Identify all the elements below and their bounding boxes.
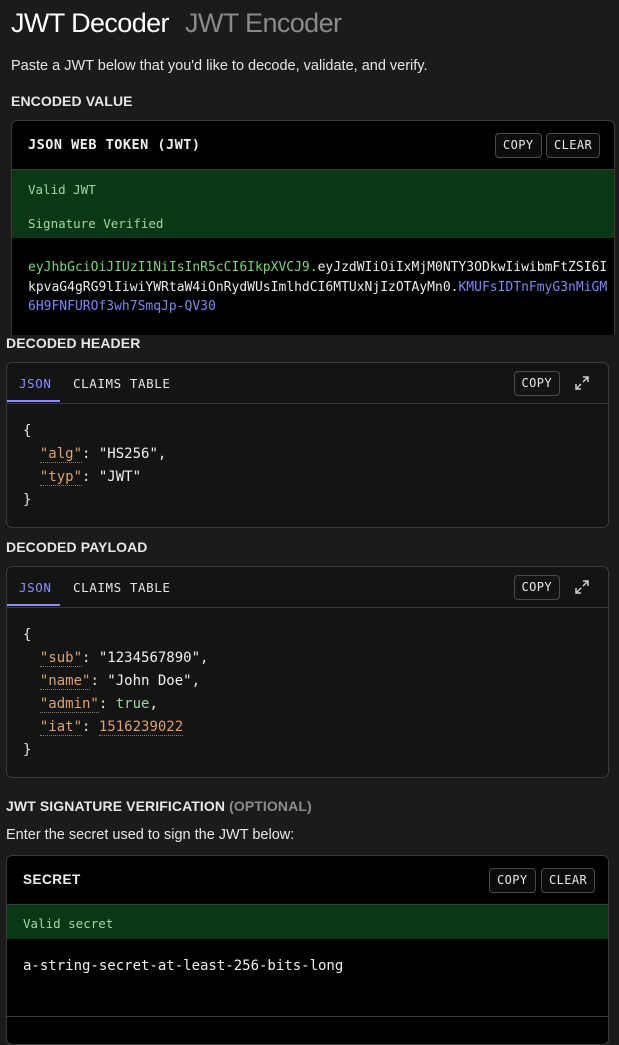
signature-verification-label: JWT SIGNATURE VERIFICATION (OPTIONAL) (6, 798, 312, 814)
json-key: "alg" (39, 446, 83, 463)
json-open-brace: { (23, 627, 32, 643)
intro-text: Paste a JWT below that you'd like to dec… (11, 58, 428, 74)
secret-card-divider (7, 1016, 608, 1017)
tab-jwt-decoder[interactable]: JWT Decoder (11, 8, 170, 39)
jwt-token-input[interactable]: eyJhbGciOiJIUzI1NiIsInR5cCI6IkpXVCJ9.eyJ… (28, 258, 608, 317)
json-value: true (115, 696, 150, 712)
secret-input[interactable]: a-string-secret-at-least-256-bits-long (23, 958, 343, 974)
valid-jwt-status: Valid JWT (28, 182, 96, 197)
jwt-status-banner: Valid JWT Signature Verified (12, 170, 614, 238)
json-value: "1234567890" (98, 650, 201, 666)
mode-tabs: JWT Decoder JWT Encoder (11, 8, 342, 42)
secret-instruction: Enter the secret used to sign the JWT be… (6, 827, 295, 843)
json-line: "alg": "HS256", (39, 446, 167, 463)
optional-tag: (OPTIONAL) (229, 798, 312, 814)
secret-card-title: SECRET (23, 872, 81, 887)
copy-header-button[interactable]: COPY (513, 371, 560, 396)
header-json-view: { "alg": "HS256", "typ": "JWT" } (23, 420, 166, 512)
jwt-card-header: JSON WEB TOKEN (JWT) COPY CLEAR (12, 121, 614, 170)
payload-json-view: { "sub": "1234567890", "name": "John Doe… (23, 624, 208, 762)
json-value: "John Doe" (107, 673, 192, 689)
active-tab-indicator (7, 400, 60, 402)
jwt-header-segment: eyJhbGciOiJIUzI1NiIsInR5cCI6IkpXVCJ9. (28, 260, 318, 275)
decoded-payload-label: DECODED PAYLOAD (6, 539, 148, 555)
json-key: "sub" (39, 650, 83, 667)
json-line: "admin": true, (39, 696, 158, 713)
decoded-header-card: JSON CLAIMS TABLE COPY { "alg": "HS256",… (6, 362, 609, 528)
active-tab-indicator (7, 604, 60, 606)
tab-jwt-encoder[interactable]: JWT Encoder (185, 8, 342, 39)
clear-jwt-button[interactable]: CLEAR (546, 133, 601, 158)
copy-secret-button[interactable]: COPY (489, 868, 536, 893)
copy-payload-button[interactable]: COPY (513, 575, 560, 600)
json-line: "typ": "JWT" (39, 469, 142, 486)
header-view-tabs: JSON CLAIMS TABLE COPY (7, 363, 608, 404)
json-value: 1516239022 (98, 719, 184, 736)
valid-secret-status: Valid secret (23, 916, 114, 931)
clear-secret-button[interactable]: CLEAR (541, 868, 596, 893)
json-line: "iat": 1516239022 (39, 719, 184, 736)
tab-header-claims-table[interactable]: CLAIMS TABLE (73, 376, 171, 391)
json-key: "iat" (39, 719, 83, 736)
json-open-brace: { (23, 423, 32, 439)
secret-status-banner: Valid secret (7, 905, 608, 939)
json-close-brace: } (23, 742, 32, 758)
decoded-payload-card: JSON CLAIMS TABLE COPY { "sub": "1234567… (6, 566, 609, 778)
expand-icon[interactable] (574, 579, 590, 595)
expand-icon[interactable] (574, 375, 590, 391)
tab-header-json[interactable]: JSON (19, 376, 52, 391)
jwt-input-card: JSON WEB TOKEN (JWT) COPY CLEAR Valid JW… (11, 120, 615, 335)
json-value: "JWT" (98, 469, 142, 485)
signature-verified-status: Signature Verified (28, 216, 164, 231)
tab-payload-claims-table[interactable]: CLAIMS TABLE (73, 580, 171, 595)
decoded-header-label: DECODED HEADER (6, 335, 141, 351)
tab-payload-json[interactable]: JSON (19, 580, 52, 595)
jwt-card-title: JSON WEB TOKEN (JWT) (28, 137, 201, 153)
json-close-brace: } (23, 492, 32, 508)
signature-verification-title: JWT SIGNATURE VERIFICATION (6, 798, 226, 814)
copy-jwt-button[interactable]: COPY (495, 133, 542, 158)
json-value: "HS256" (98, 446, 158, 462)
json-line: "sub": "1234567890", (39, 650, 209, 667)
secret-input-card: SECRET COPY CLEAR Valid secret a-string-… (6, 855, 609, 1045)
encoded-value-label: ENCODED VALUE (11, 93, 133, 109)
json-key: "admin" (39, 696, 99, 713)
json-key: "name" (39, 673, 91, 690)
payload-view-tabs: JSON CLAIMS TABLE COPY (7, 567, 608, 608)
json-line: "name": "John Doe", (39, 673, 201, 690)
secret-card-header: SECRET COPY CLEAR (7, 856, 608, 905)
json-key: "typ" (39, 469, 83, 486)
